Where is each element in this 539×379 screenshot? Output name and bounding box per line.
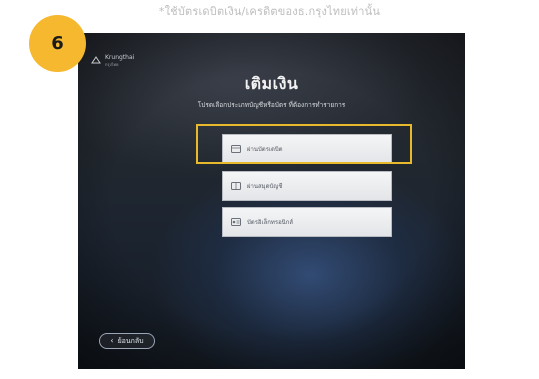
back-button-label: ย้อนกลับ [117, 336, 144, 345]
debit-card-option-label: ผ่านบัตรเดบิต [247, 146, 283, 153]
passbook-option-button[interactable]: ผ่านสมุดบัญชี [222, 171, 392, 201]
passbook-icon [231, 182, 241, 190]
screen-subtitle: โปรดเลือกประเภทบัญชีหรือบัตร ที่ต้องการท… [197, 101, 346, 109]
bank-logo-icon [91, 56, 101, 64]
back-button[interactable]: ‹ ย้อนกลับ [99, 333, 155, 349]
chevron-left-icon: ‹ [110, 336, 114, 345]
electronic-card-option-label: บัตรอิเล็กทรอนิกส์ [247, 219, 294, 226]
step-number-badge: 6 [29, 15, 86, 72]
electronic-card-option-button[interactable]: บัตรอิเล็กทรอนิกส์ [222, 207, 392, 237]
passbook-option-label: ผ่านสมุดบัญชี [247, 183, 283, 190]
instruction-page: *ใช้บัตรเดบิตเงิน/เครดิตของธ.กรุงไทยเท่า… [0, 0, 539, 379]
id-card-icon [231, 218, 241, 226]
bank-logo: Krungthai กรุงไทย [91, 54, 134, 68]
debit-card-option-button[interactable]: ผ่านบัตรเดบิต [222, 134, 392, 164]
caption-text: *ใช้บัตรเดบิตเงิน/เครดิตของธ.กรุงไทยเท่า… [158, 5, 381, 18]
atm-screen-photo: Krungthai กรุงไทย เติมเงิน โปรดเลือกประเ… [78, 33, 465, 369]
bank-logo-subtitle: กรุงไทย [105, 62, 119, 67]
card-icon [231, 145, 241, 153]
screen-title: เติมเงิน [244, 74, 299, 93]
bank-logo-name: Krungthai [105, 54, 135, 61]
